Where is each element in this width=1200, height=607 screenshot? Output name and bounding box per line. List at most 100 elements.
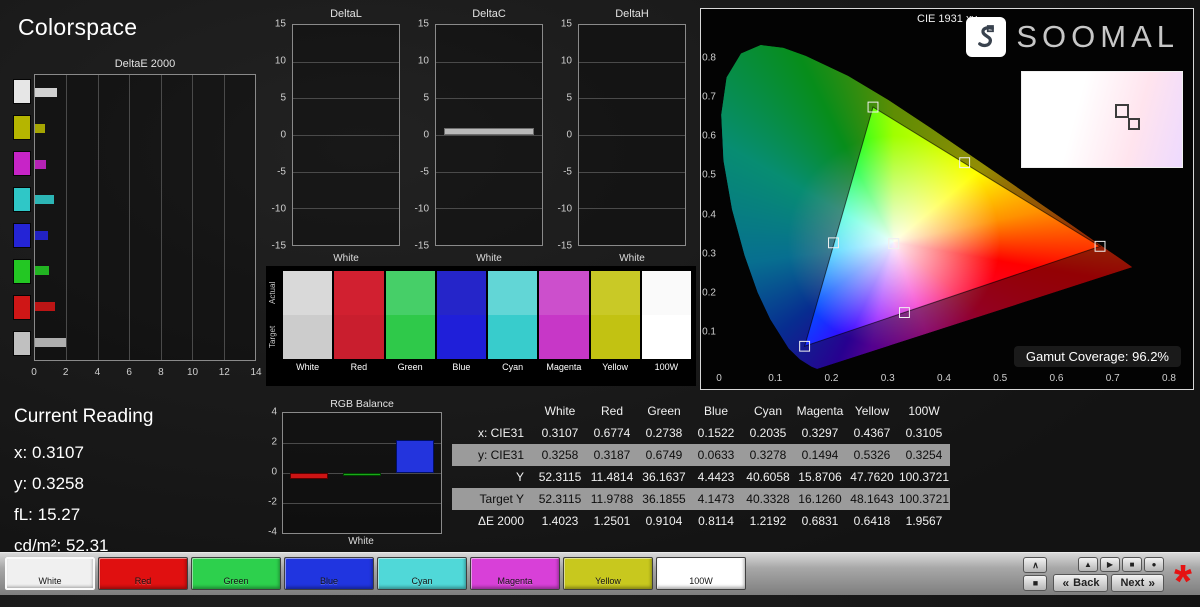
column-header-100w: 100W: [898, 400, 950, 422]
y-tick-label: 0.6: [702, 131, 716, 142]
bottom-toolbar: WhiteRedGreenBlueCyanMagentaYellow100W ∧…: [0, 552, 1200, 595]
chart-deltac: DeltaC151050-5-10-15White: [405, 8, 545, 266]
x-tick-label: 0.5: [993, 373, 1007, 384]
deltaE-swatch-red: [13, 295, 31, 320]
gridline: [436, 135, 542, 136]
x-tick-label: 12: [219, 367, 230, 378]
swatch-column-white: [283, 271, 332, 359]
actual-target-swatch-panel: Actual Target WhiteRedGreenBlueCyanMagen…: [266, 266, 696, 386]
gamut-coverage-label: Gamut Coverage:: [1026, 349, 1129, 364]
y-tick-label: 0: [566, 130, 572, 141]
up-icon[interactable]: ▲: [1078, 557, 1098, 572]
table-cell: 11.9788: [586, 488, 638, 510]
chart-plot-area: [435, 24, 543, 246]
y-tick-label: 10: [275, 55, 286, 66]
table-cell: 11.4814: [586, 466, 638, 488]
current-reading-values: x: 0.3107y: 0.3258fL: 15.27cd/m²: 52.31: [14, 443, 244, 556]
deltaE-plot-area: [34, 74, 256, 361]
y-tick-label: 0.1: [702, 326, 716, 337]
cie-y-axis: 0.80.70.60.50.40.30.20.1: [701, 19, 717, 371]
deltaE-bar-100w: [35, 338, 66, 347]
patch-button-100w[interactable]: 100W: [656, 557, 746, 590]
table-cell: 0.1494: [794, 444, 846, 466]
target-swatch: [488, 315, 537, 359]
gridline: [293, 172, 399, 173]
swatch-column-labels: WhiteRedGreenBlueCyanMagentaYellow100W: [283, 362, 691, 372]
gamut-coverage-badge: Gamut Coverage: 96.2%: [1014, 346, 1181, 367]
back-chevron-icon: «: [1062, 578, 1069, 588]
x-tick-label: 0.1: [768, 373, 782, 384]
record-icon[interactable]: ●: [1144, 557, 1164, 572]
gridline: [283, 503, 441, 504]
gridline: [293, 135, 399, 136]
rgb-balance-x-label: White: [282, 536, 440, 547]
swatch-column-green: [386, 271, 435, 359]
gridline: [436, 98, 542, 99]
deltaE-bar-yellow: [35, 124, 45, 133]
swatch-label: 100W: [642, 362, 691, 372]
reading-fL: fL: 15.27: [14, 505, 244, 525]
table-cell: 36.1637: [638, 466, 690, 488]
patch-button-red[interactable]: Red: [98, 557, 188, 590]
table-cell: 0.1522: [690, 422, 742, 444]
swatch-column-magenta: [539, 271, 588, 359]
patch-button-white[interactable]: White: [5, 557, 95, 590]
stop-icon[interactable]: ■: [1122, 557, 1142, 572]
y-tick-label: 0.3: [702, 248, 716, 259]
patch-button-magenta[interactable]: Magenta: [470, 557, 560, 590]
deltaE-swatch-column: [12, 74, 32, 361]
patch-button-green[interactable]: Green: [191, 557, 281, 590]
y-tick-label: 0.8: [702, 53, 716, 64]
patch-button-blue[interactable]: Blue: [284, 557, 374, 590]
swatch-column-blue: [437, 271, 486, 359]
patch-button-cyan[interactable]: Cyan: [377, 557, 467, 590]
patch-button-yellow[interactable]: Yellow: [563, 557, 653, 590]
play-icon[interactable]: ▶: [1100, 557, 1120, 572]
gridline: [579, 135, 685, 136]
y-tick-label: 0.7: [702, 92, 716, 103]
y-tick-label: 0: [280, 130, 286, 141]
chart-deltah: DeltaH151050-5-10-15White: [548, 8, 688, 266]
soomal-watermark: SOOMAL: [966, 17, 1179, 57]
y-tick-label: -5: [563, 166, 572, 177]
gridline: [436, 208, 542, 209]
patch-button-row: WhiteRedGreenBlueCyanMagentaYellow100W: [5, 557, 746, 590]
next-button-label: Next: [1120, 577, 1144, 589]
back-button[interactable]: « Back: [1053, 574, 1108, 592]
column-header-blue: Blue: [690, 400, 742, 422]
table-header-row: WhiteRedGreenBlueCyanMagentaYellow100W: [452, 400, 950, 422]
column-header-cyan: Cyan: [742, 400, 794, 422]
table-cell: 0.3254: [898, 444, 950, 466]
y-tick-label: -15: [272, 241, 286, 252]
deltaE-swatch-green: [13, 259, 31, 284]
row-label: Y: [452, 466, 534, 488]
gamut-coverage-value: 96.2%: [1132, 349, 1169, 364]
actual-swatch: [386, 271, 435, 315]
table-cell: 100.3721: [898, 488, 950, 510]
table-cell: 1.2501: [586, 510, 638, 532]
target-swatch: [591, 315, 640, 359]
column-header-yellow: Yellow: [846, 400, 898, 422]
collapse-up-button[interactable]: ∧: [1023, 557, 1047, 573]
table-cell: 0.3107: [534, 422, 586, 444]
table-cell: 1.2192: [742, 510, 794, 532]
x-tick-label: 14: [250, 367, 261, 378]
gridline: [161, 75, 162, 360]
gridline: [293, 98, 399, 99]
y-tick-label: 0.4: [702, 209, 716, 220]
swatch-label: Red: [334, 362, 383, 372]
x-tick-label: 0.6: [1050, 373, 1064, 384]
target-swatch: [334, 315, 383, 359]
deltaE-swatch-100w: [13, 331, 31, 356]
measuring-indicator-asterisk: *: [1170, 571, 1196, 591]
inset-measured-marker: [1128, 118, 1140, 130]
y-tick-label: 15: [561, 19, 572, 30]
table-row: x: CIE310.31070.67740.27380.15220.20350.…: [452, 422, 950, 444]
next-button[interactable]: Next »: [1111, 574, 1164, 592]
deltaE-bar-magenta: [35, 160, 46, 169]
target-row-label: Target: [268, 316, 281, 358]
table-cell: 52.3115: [534, 466, 586, 488]
stop-button[interactable]: ■: [1023, 575, 1047, 591]
table-cell: 0.6831: [794, 510, 846, 532]
x-tick-label: 0.4: [937, 373, 951, 384]
